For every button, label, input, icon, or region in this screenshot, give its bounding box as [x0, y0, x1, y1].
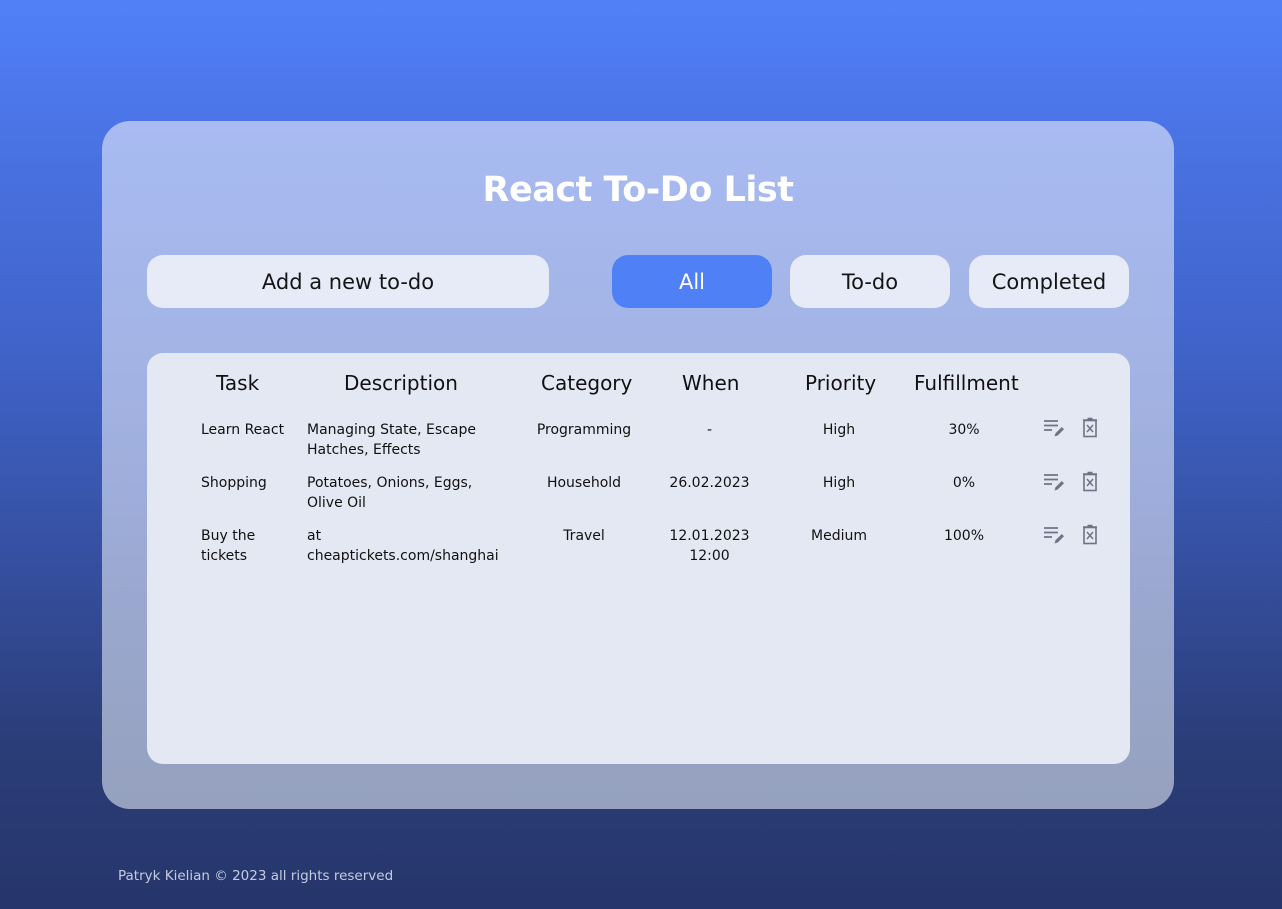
- header-fulfillment: Fulfillment: [914, 371, 1019, 395]
- fulfillment-cell: 30%: [948, 422, 980, 438]
- priority-cell: High: [822, 475, 856, 491]
- delete-icon[interactable]: [1078, 416, 1102, 440]
- header-priority: Priority: [805, 371, 877, 395]
- todo-table: Task Description Category When Priority …: [147, 353, 1130, 764]
- header-when: When: [682, 371, 740, 395]
- task-cell: Shopping: [201, 475, 267, 491]
- todo-card: React To-Do List Add a new to-do All To-…: [102, 121, 1174, 809]
- page-title: React To-Do List: [482, 170, 794, 210]
- category-cell: Household: [546, 475, 622, 491]
- delete-icon[interactable]: [1078, 470, 1102, 494]
- edit-icon[interactable]: [1042, 470, 1066, 494]
- when-cell: 12.01.2023 12:00: [669, 528, 750, 564]
- description-cell: at cheaptickets.com/shanghai: [307, 528, 499, 564]
- footer-copyright: Patryk Kielian © 2023 all rights reserve…: [118, 868, 394, 884]
- header-description: Description: [344, 371, 458, 395]
- filter-all-button[interactable]: All: [612, 255, 772, 308]
- header-category: Category: [541, 371, 633, 395]
- delete-icon[interactable]: [1078, 523, 1102, 547]
- fulfillment-cell: 100%: [943, 528, 985, 544]
- when-cell: -: [706, 422, 713, 438]
- filter-completed-button[interactable]: Completed: [969, 255, 1129, 308]
- task-cell: Buy the tickets: [201, 528, 256, 564]
- description-cell: Managing State, Escape Hatches, Effects: [307, 422, 476, 458]
- category-cell: Travel: [563, 528, 605, 544]
- description-cell: Potatoes, Onions, Eggs, Olive Oil: [307, 475, 473, 511]
- when-cell: 26.02.2023: [669, 475, 750, 491]
- edit-icon[interactable]: [1042, 523, 1066, 547]
- header-task: Task: [216, 371, 260, 395]
- priority-cell: Medium: [811, 528, 867, 544]
- fulfillment-cell: 0%: [952, 475, 976, 491]
- add-todo-button[interactable]: Add a new to-do: [147, 255, 549, 308]
- category-cell: Programming: [536, 422, 632, 438]
- edit-icon[interactable]: [1042, 416, 1066, 440]
- filter-todo-button[interactable]: To-do: [790, 255, 950, 308]
- task-cell: Learn React: [201, 422, 285, 438]
- priority-cell: High: [822, 422, 856, 438]
